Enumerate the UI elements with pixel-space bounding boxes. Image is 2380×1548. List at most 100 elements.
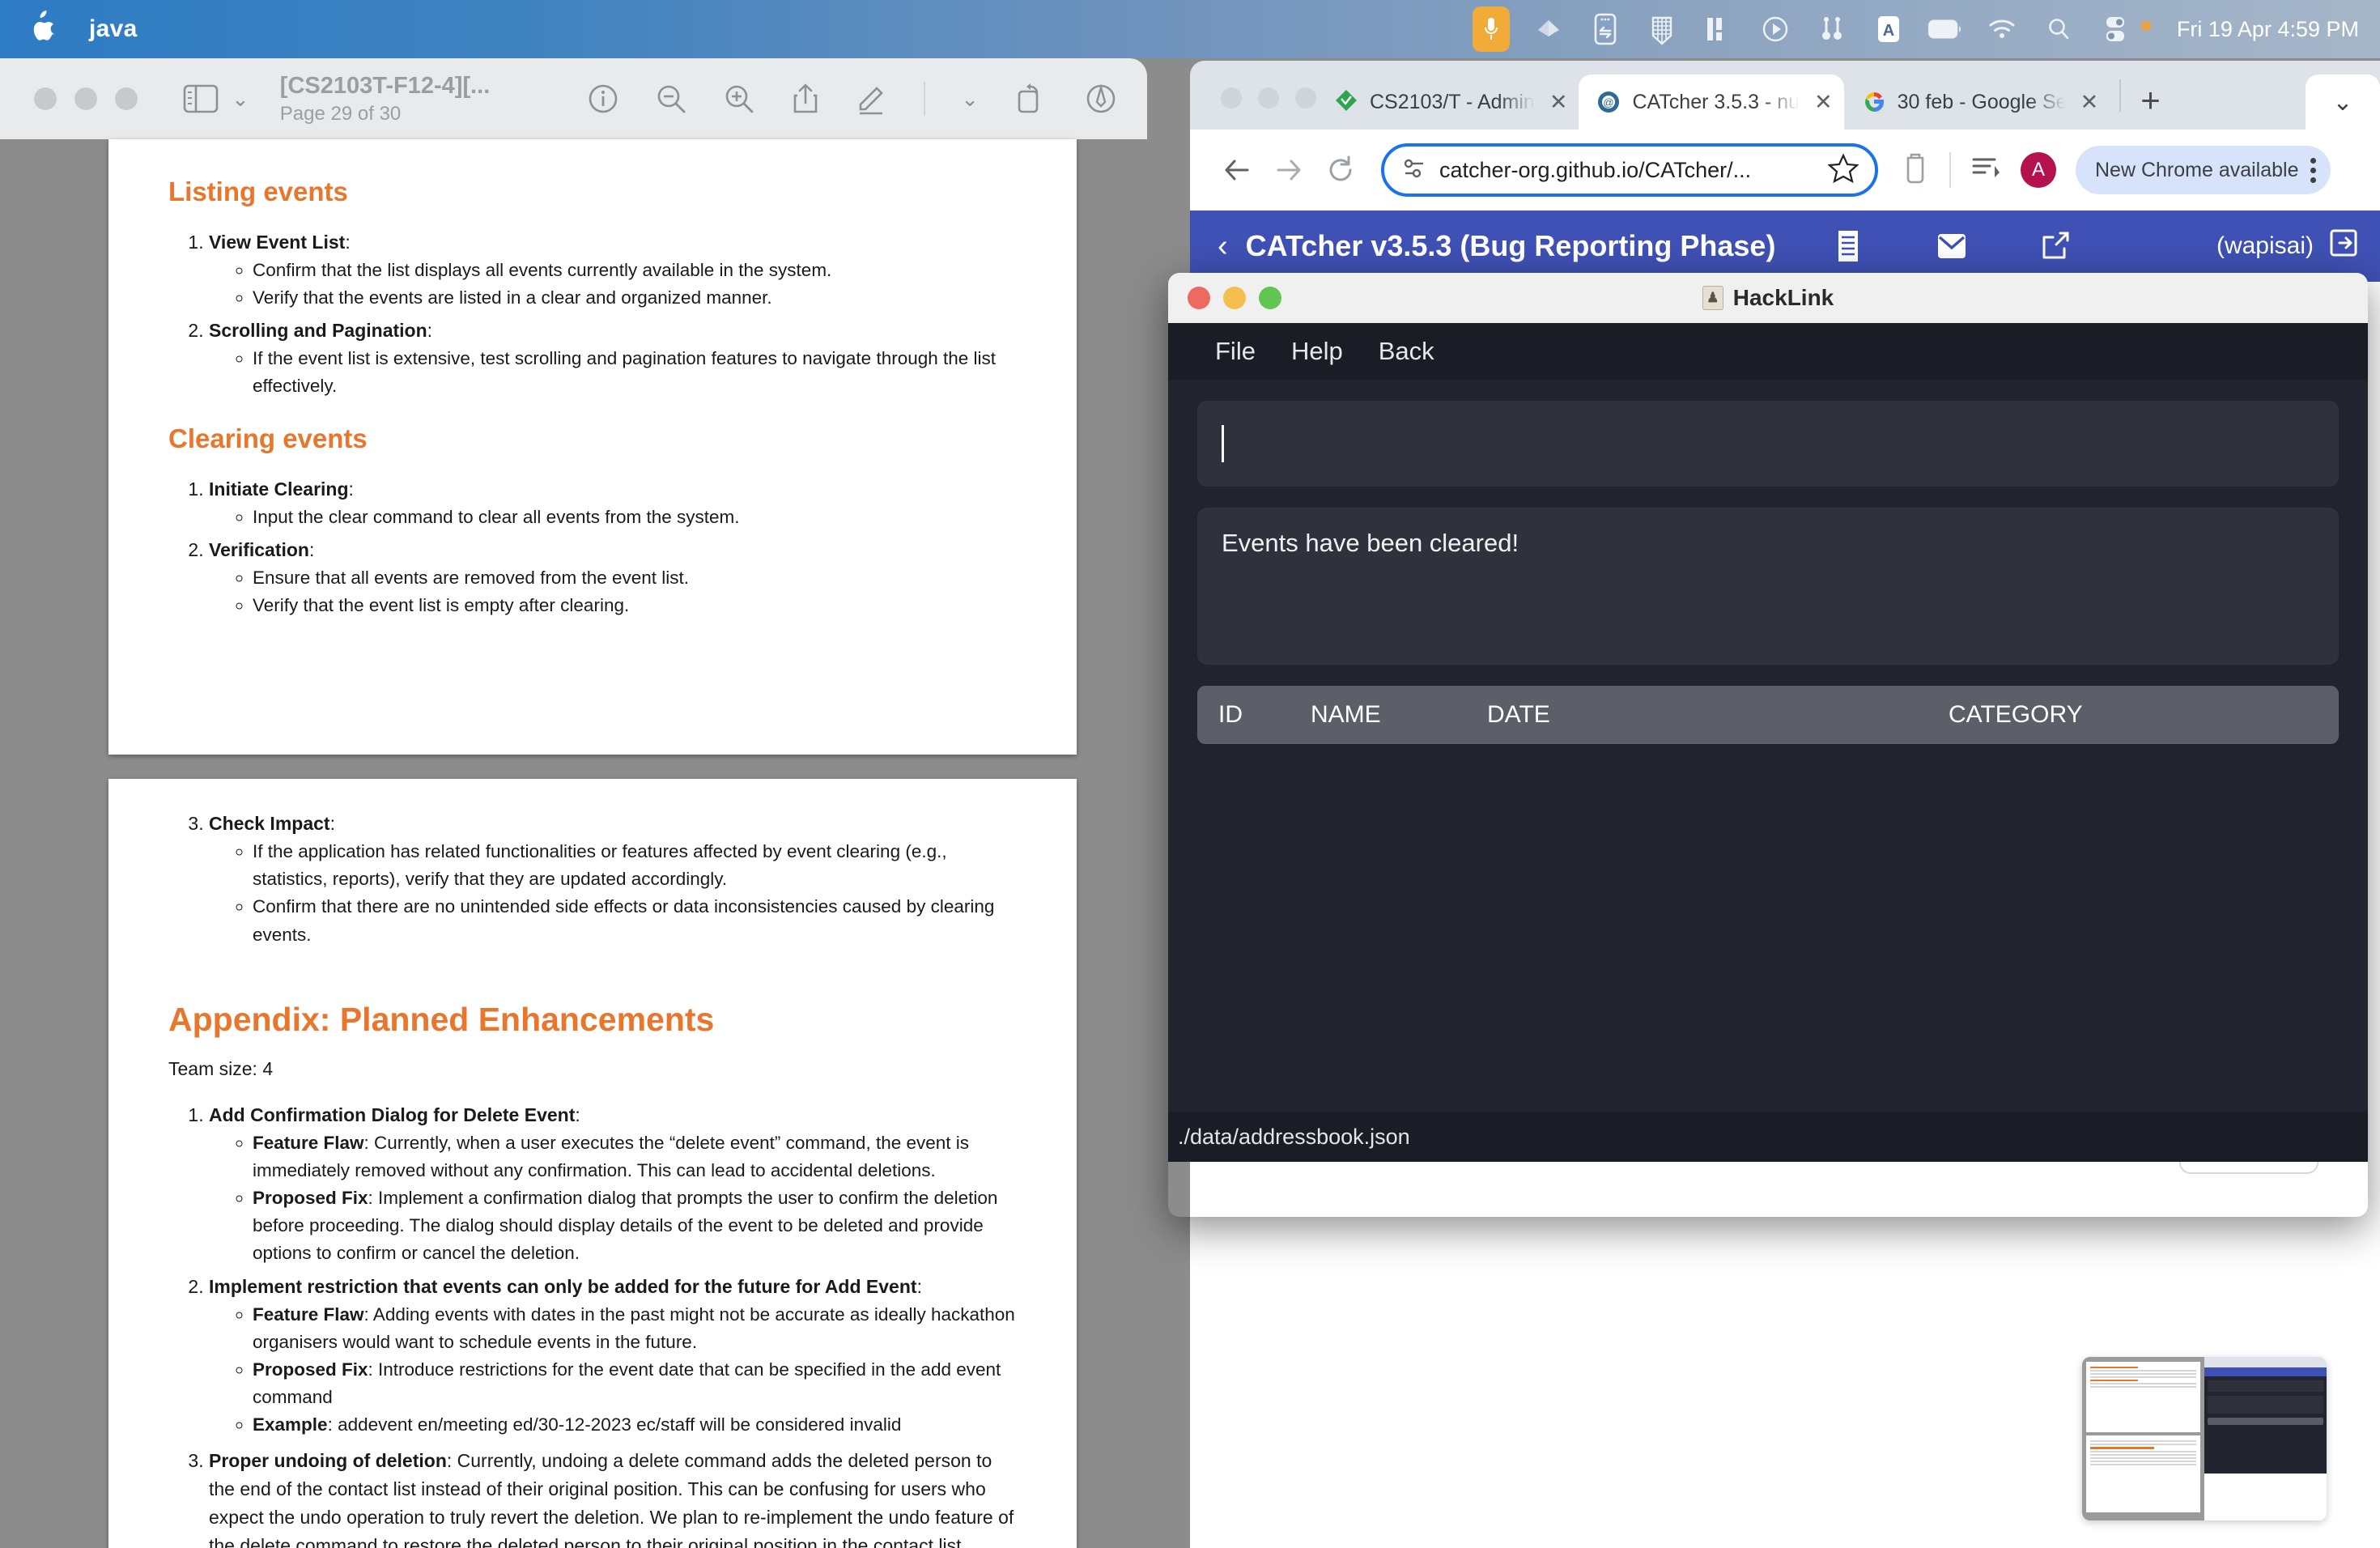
team-size-text: Team size: 4 xyxy=(168,1058,1017,1080)
close-button[interactable] xyxy=(1221,87,1242,108)
new-tab-button[interactable]: + xyxy=(2140,84,2161,117)
section-heading: Listing events xyxy=(168,176,1017,207)
airpods-icon[interactable] xyxy=(1814,11,1850,47)
command-result-panel: Events have been cleared! xyxy=(1197,508,2339,665)
reading-list-icon[interactable] xyxy=(1970,155,2001,186)
minimize-button[interactable] xyxy=(1258,87,1279,108)
preview-toolbar: ⌄ [CS2103T-F12-4][... Page 29 of 30 ⌄ xyxy=(0,58,1147,139)
tab-google-search[interactable]: 30 feb - Google Se ✕ xyxy=(1844,74,2110,130)
rotate-icon[interactable] xyxy=(1014,82,1048,116)
mail-icon[interactable] xyxy=(1900,222,2004,270)
dropbox-icon[interactable] xyxy=(1531,11,1566,47)
microphone-icon[interactable] xyxy=(1473,6,1510,52)
svg-text:A: A xyxy=(1883,22,1894,40)
list-item-label: Scrolling and Pagination xyxy=(209,320,427,341)
document-page-30: Check Impact: If the application has rel… xyxy=(108,779,1077,1548)
avatar[interactable]: A xyxy=(2021,152,2056,188)
chrome-update-pill[interactable]: New Chrome available xyxy=(2076,146,2331,194)
menu-help[interactable]: Help xyxy=(1273,337,1361,366)
external-link-icon[interactable] xyxy=(2004,222,2107,270)
github-green-icon xyxy=(1334,90,1358,114)
list-item: Input the clear command to clear all eve… xyxy=(253,504,1017,531)
check-impact-list: Check Impact: If the application has rel… xyxy=(209,810,1017,949)
close-icon[interactable]: ✕ xyxy=(2080,90,2099,115)
sidebar-toggle-icon[interactable] xyxy=(183,83,219,114)
listing-events-list: View Event List: Confirm that the list d… xyxy=(209,228,1017,401)
thumbnail-chrome-pane xyxy=(2204,1357,2327,1520)
apple-menu-icon[interactable] xyxy=(28,11,55,48)
battery-icon[interactable] xyxy=(1927,11,1963,47)
close-icon[interactable]: ✕ xyxy=(1549,90,1568,115)
maximize-button[interactable] xyxy=(1295,87,1316,108)
list-item: If the application has related functiona… xyxy=(253,838,1017,893)
forward-button[interactable] xyxy=(1263,144,1315,196)
list-item-label: View Event List xyxy=(209,232,345,253)
update-label: New Chrome available xyxy=(2095,159,2299,182)
notification-dot xyxy=(2141,21,2151,31)
close-icon[interactable]: ✕ xyxy=(1814,90,1833,115)
list-item: Verify that the events are listed in a c… xyxy=(253,284,1017,312)
list-item: Verification: Ensure that all events are… xyxy=(209,536,1017,619)
reload-button[interactable] xyxy=(1315,144,1366,196)
zoom-out-icon[interactable] xyxy=(655,83,687,115)
menu-back[interactable]: Back xyxy=(1361,337,1452,366)
zoom-in-icon[interactable] xyxy=(723,83,755,115)
address-bar[interactable]: catcher-org.github.io/CATcher/... xyxy=(1381,143,1878,197)
list-item: Proposed Fix: Implement a confirmation d… xyxy=(253,1184,1017,1268)
tab-cs2103t[interactable]: CS2103/T - Admin ✕ xyxy=(1316,74,1579,130)
preview-page-area[interactable]: Listing events View Event List: Confirm … xyxy=(0,139,1147,1548)
site-settings-icon[interactable] xyxy=(1400,157,1428,184)
markup-icon[interactable] xyxy=(856,82,888,116)
list-item: Confirm that there are no unintended sid… xyxy=(253,893,1017,948)
annotate-icon[interactable] xyxy=(1084,82,1118,116)
screenshot-thumbnail[interactable] xyxy=(2082,1357,2327,1520)
command-input[interactable] xyxy=(1197,401,2339,487)
hacklink-window: ♟ HackLink File Help Back Events have be… xyxy=(1168,273,2368,1217)
section-heading: Clearing events xyxy=(168,423,1017,454)
hacklink-app-icon: ♟ xyxy=(1702,286,1723,310)
list-item-label: Add Confirmation Dialog for Delete Event xyxy=(209,1104,575,1125)
column-header-date: DATE xyxy=(1487,701,1949,729)
back-button[interactable] xyxy=(1211,144,1263,196)
chrome-menu-icon[interactable] xyxy=(2310,158,2316,183)
preview-window: ⌄ [CS2103T-F12-4][... Page 29 of 30 ⌄ xyxy=(0,58,1147,1548)
logout-icon[interactable] xyxy=(2328,228,2359,265)
maximize-button[interactable] xyxy=(115,87,138,110)
chevron-down-icon[interactable]: ⌄ xyxy=(232,87,249,112)
hacklink-title-bar[interactable]: ♟ HackLink xyxy=(1168,273,2368,323)
omnibox-divider xyxy=(1949,152,1951,188)
back-chevron-icon[interactable]: ‹ xyxy=(1218,229,1228,264)
tab-search-chevron-down-icon[interactable]: ⌄ xyxy=(2306,74,2380,130)
catcher-header: ‹ CATcher v3.5.3 (Bug Reporting Phase) (… xyxy=(1190,211,2380,282)
menu-file[interactable]: File xyxy=(1197,337,1273,366)
grid-app-icon[interactable] xyxy=(1644,11,1680,47)
split-view-icon[interactable] xyxy=(1701,11,1736,47)
catcher-title: CATcher v3.5.3 (Bug Reporting Phase) xyxy=(1246,229,1776,263)
chrome-window-controls[interactable] xyxy=(1221,87,1316,108)
list-item: Scrolling and Pagination: If the event l… xyxy=(209,317,1017,400)
bookmark-star-icon[interactable] xyxy=(1828,153,1859,188)
minimize-button[interactable] xyxy=(74,87,97,110)
close-button[interactable] xyxy=(34,87,57,110)
share-icon[interactable] xyxy=(791,82,820,116)
tab-catcher[interactable]: @ CATcher 3.5.3 - nu ✕ xyxy=(1579,74,1843,130)
list-item-label: Proper undoing of deletion xyxy=(209,1450,447,1471)
catcher-user-block: (wapisai) xyxy=(2216,228,2359,265)
events-table-header: ID NAME DATE CATEGORY xyxy=(1197,686,2339,744)
wifi-icon[interactable] xyxy=(1984,11,2020,47)
time-machine-icon[interactable] xyxy=(1757,11,1793,47)
chevron-down-icon[interactable]: ⌄ xyxy=(961,87,979,112)
preview-window-controls[interactable] xyxy=(34,87,138,110)
spotlight-search-icon[interactable] xyxy=(2041,11,2076,47)
extensions-icon[interactable] xyxy=(1901,151,1930,189)
issues-list-icon[interactable] xyxy=(1796,222,1900,270)
text-input-source-icon[interactable]: A xyxy=(1871,11,1906,47)
document-page-29: Listing events View Event List: Confirm … xyxy=(108,139,1077,755)
list-item: Confirm that the list displays all event… xyxy=(253,257,1017,284)
control-center-icon[interactable] xyxy=(2097,11,2133,47)
thumbnail-preview-pane xyxy=(2082,1357,2204,1520)
info-icon[interactable] xyxy=(587,83,619,115)
airdrop-transfer-icon[interactable] xyxy=(1587,11,1623,47)
menu-bar-clock[interactable]: Fri 19 Apr 4:59 PM xyxy=(2172,17,2359,42)
document-title-block: [CS2103T-F12-4][... Page 29 of 30 xyxy=(280,71,490,126)
